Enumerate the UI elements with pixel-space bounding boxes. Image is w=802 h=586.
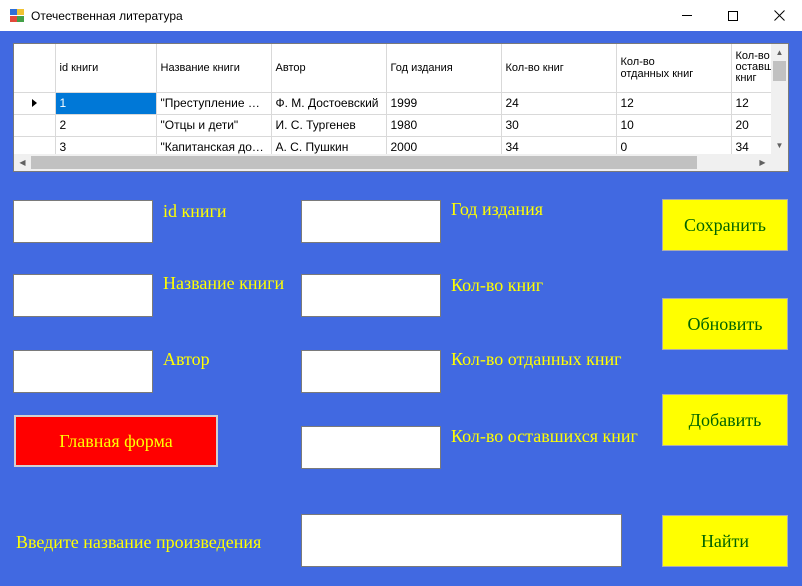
column-header-year[interactable]: Год издания <box>386 44 502 93</box>
main-form-button[interactable]: Главная форма <box>14 415 218 467</box>
title-bar: Отечественная литература <box>0 0 802 31</box>
id-label: id книги <box>163 201 227 221</box>
table-cell[interactable]: "Преступление и н… <box>156 92 272 115</box>
table-row[interactable]: 1 "Преступление и н… Ф. М. Достоевский 1… <box>14 92 788 115</box>
year-input[interactable] <box>301 200 441 243</box>
remaining-count-input[interactable] <box>301 426 441 469</box>
year-label: Год издания <box>451 199 544 219</box>
books-data-grid[interactable]: id книги Название книги Автор Год издани… <box>13 43 789 172</box>
maximize-icon <box>728 10 738 21</box>
table-cell[interactable]: 1999 <box>386 92 502 115</box>
title-input[interactable] <box>13 274 153 317</box>
close-button[interactable] <box>756 0 802 31</box>
table-cell[interactable]: 2 <box>55 114 157 137</box>
column-header-count[interactable]: Кол-во книг <box>501 44 617 93</box>
vertical-scroll-thumb[interactable] <box>773 61 786 81</box>
window-title: Отечественная литература <box>31 9 183 23</box>
minimize-icon <box>682 15 692 16</box>
current-row-arrow-icon <box>31 99 37 107</box>
app-icon <box>10 9 24 22</box>
minimize-button[interactable] <box>664 0 710 31</box>
grid-corner-header[interactable] <box>14 44 56 93</box>
table-cell[interactable]: 30 <box>501 114 617 137</box>
column-header-id[interactable]: id книги <box>55 44 157 93</box>
column-header-given[interactable]: Кол-во отданных книг <box>616 44 732 93</box>
table-cell[interactable]: 10 <box>616 114 732 137</box>
close-icon <box>773 10 785 21</box>
author-label: Автор <box>163 349 210 369</box>
title-label: Название книги <box>163 273 285 293</box>
scrollbar-corner <box>771 154 788 171</box>
table-cell[interactable]: И. С. Тургенев <box>271 114 387 137</box>
save-button[interactable]: Сохранить <box>662 199 788 251</box>
find-button[interactable]: Найти <box>662 515 788 567</box>
column-header-author[interactable]: Автор <box>271 44 387 93</box>
table-cell[interactable]: Ф. М. Достоевский <box>271 92 387 115</box>
column-header-title[interactable]: Название книги <box>156 44 272 93</box>
author-input[interactable] <box>13 350 153 393</box>
table-cell[interactable]: 1 <box>55 92 157 115</box>
table-cell[interactable]: "Отцы и дети" <box>156 114 272 137</box>
form-client-area: id книги Название книги Автор Год издани… <box>0 31 802 586</box>
id-input[interactable] <box>13 200 153 243</box>
maximize-button[interactable] <box>710 0 756 31</box>
row-header[interactable] <box>14 114 56 137</box>
scroll-down-icon[interactable]: ▼ <box>771 137 788 154</box>
scroll-left-icon[interactable]: ◀ <box>14 154 31 171</box>
horizontal-scrollbar[interactable]: ◀ ▶ <box>14 154 771 171</box>
given-count-label: Кол-во отданных книг <box>451 349 622 369</box>
table-row[interactable]: 2 "Отцы и дети" И. С. Тургенев 1980 30 1… <box>14 114 788 137</box>
search-input[interactable] <box>301 514 622 567</box>
grid-header-row: id книги Название книги Автор Год издани… <box>14 44 788 93</box>
remaining-count-label: Кол-во оставшихся книг <box>451 426 638 446</box>
count-label: Кол-во книг <box>451 275 544 295</box>
horizontal-scroll-thumb[interactable] <box>31 156 697 169</box>
books-table: id книги Название книги Автор Год издани… <box>14 44 788 159</box>
table-cell[interactable]: 24 <box>501 92 617 115</box>
scroll-right-icon[interactable]: ▶ <box>754 154 771 171</box>
table-cell[interactable]: 1980 <box>386 114 502 137</box>
vertical-scrollbar[interactable]: ▲ ▼ <box>771 44 788 154</box>
given-count-input[interactable] <box>301 350 441 393</box>
add-button[interactable]: Добавить <box>662 394 788 446</box>
refresh-button[interactable]: Обновить <box>662 298 788 350</box>
count-input[interactable] <box>301 274 441 317</box>
row-header[interactable] <box>14 92 56 115</box>
table-cell[interactable]: 12 <box>616 92 732 115</box>
search-label: Введите название произведения <box>16 532 262 552</box>
scroll-up-icon[interactable]: ▲ <box>771 44 788 61</box>
